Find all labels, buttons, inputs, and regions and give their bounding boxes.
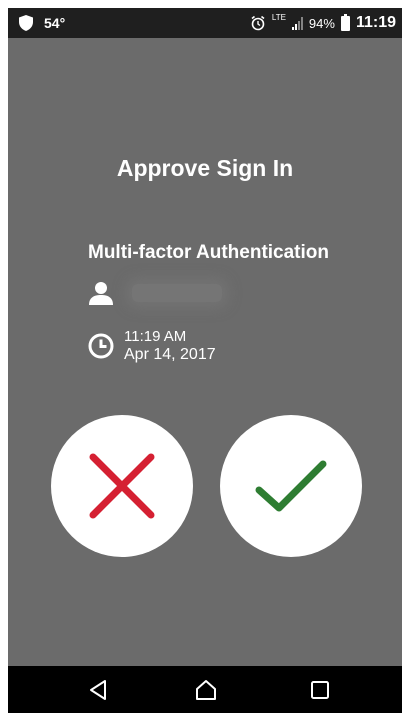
checkmark-icon [255,460,327,512]
back-icon[interactable] [86,678,110,702]
user-row [88,280,222,306]
battery-icon [340,13,350,31]
shield-icon [19,15,33,31]
subtitle: Multi-factor Authentication [88,242,329,263]
approve-sign-in-panel: Approve Sign In Multi-factor Authenticat… [8,38,402,666]
user-icon [89,282,113,305]
close-icon [89,453,155,519]
app-screen: 54° LTE 94% 11:19 Approve Sign In Multi-… [8,8,402,713]
alarm-icon [251,15,265,31]
deny-button[interactable] [51,415,193,557]
page-title: Approve Sign In [116,155,294,181]
request-time-row: 11:19 AM Apr 14, 2017 [88,328,216,364]
clock-icon [88,333,114,359]
home-icon[interactable] [194,678,218,702]
signal-icon [291,16,303,30]
temperature: 54° [44,15,66,31]
request-date: Apr 14, 2017 [124,346,216,363]
battery-percent: 94% [308,15,335,31]
status-time: 11:19 [355,14,396,31]
network-type: LTE [271,12,286,22]
recent-apps-icon[interactable] [308,678,332,702]
navigation-bar [8,666,402,713]
request-time: 11:19 AM [124,328,187,345]
status-bar: 54° LTE 94% 11:19 [8,8,402,38]
approve-button[interactable] [220,415,362,557]
redacted-username [132,284,222,302]
